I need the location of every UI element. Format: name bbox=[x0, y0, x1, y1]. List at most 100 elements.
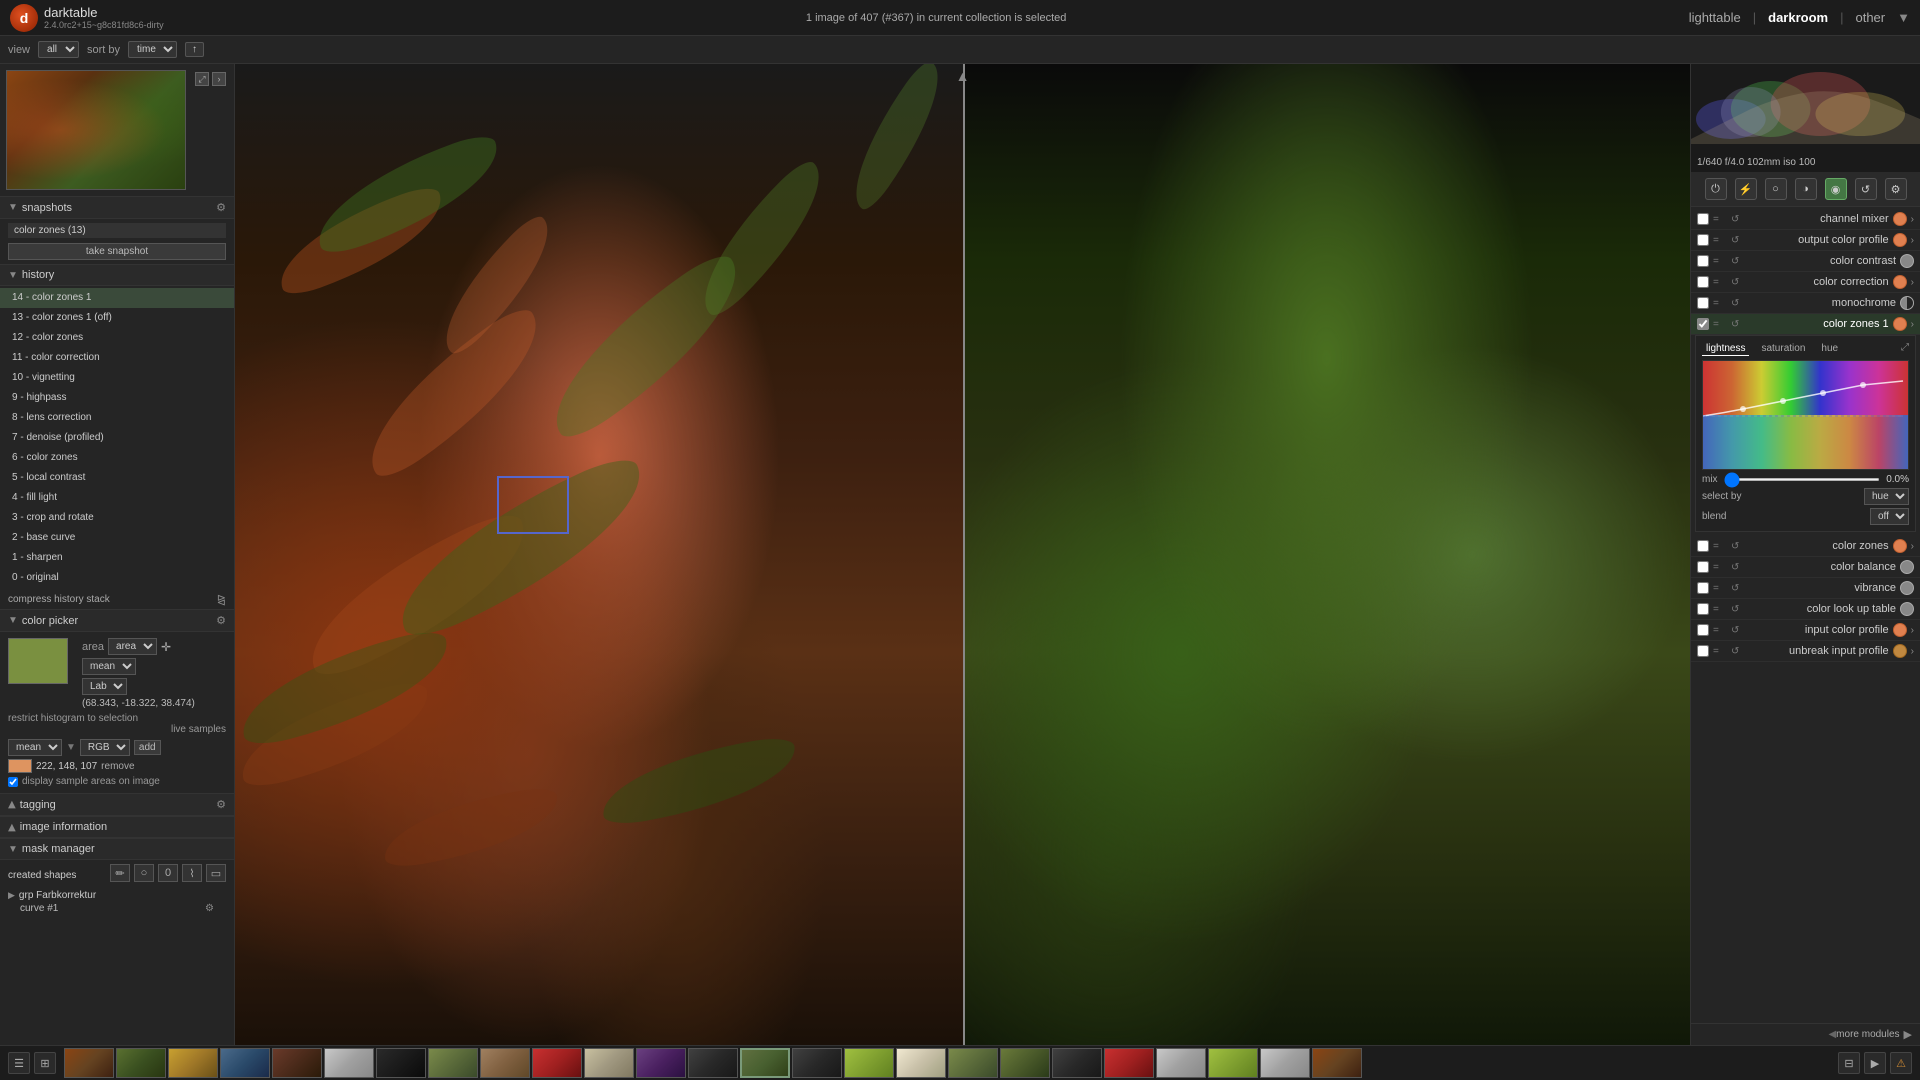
module-menu-icon[interactable]: = bbox=[1713, 256, 1727, 267]
history-item[interactable]: 4 - fill light bbox=[0, 488, 234, 508]
filmstrip-thumb[interactable] bbox=[64, 1048, 114, 1078]
view-select[interactable]: all bbox=[38, 41, 79, 58]
module-reset-icon[interactable]: ↺ bbox=[1731, 235, 1745, 246]
snapshots-gear-icon[interactable]: ⚙ bbox=[216, 201, 226, 214]
filmstrip-thumb[interactable] bbox=[428, 1048, 478, 1078]
module-reset-icon[interactable]: ↺ bbox=[1731, 562, 1745, 573]
filmstrip-thumb[interactable] bbox=[844, 1048, 894, 1078]
module-enable-channel-mixer[interactable] bbox=[1697, 213, 1709, 225]
module-arrow-color-zones[interactable]: › bbox=[1911, 541, 1914, 552]
module-enable-color-balance[interactable] bbox=[1697, 561, 1709, 573]
nav-darkroom[interactable]: darkroom bbox=[1768, 10, 1828, 25]
history-item[interactable]: 7 - denoise (profiled) bbox=[0, 428, 234, 448]
cp-mean-select[interactable]: mean bbox=[8, 739, 62, 756]
module-enable-unbreak-input-profile[interactable] bbox=[1697, 645, 1709, 657]
filmstrip-thumb[interactable] bbox=[792, 1048, 842, 1078]
filmstrip-thumb[interactable] bbox=[1260, 1048, 1310, 1078]
rt-half-circle-icon[interactable]: ◑ bbox=[1795, 178, 1817, 200]
cp-area-select[interactable]: area bbox=[108, 638, 157, 655]
more-modules-button[interactable]: more modules bbox=[1836, 1029, 1899, 1040]
filmstrip-thumb[interactable] bbox=[324, 1048, 374, 1078]
mask-circle-button[interactable]: ○ bbox=[134, 864, 154, 882]
module-reset-icon[interactable]: ↺ bbox=[1731, 298, 1745, 309]
cp-rgb-select[interactable]: RGB bbox=[80, 739, 130, 756]
module-enable-monochrome[interactable] bbox=[1697, 297, 1709, 309]
module-menu-icon[interactable]: = bbox=[1713, 298, 1727, 309]
czones-tab-saturation[interactable]: saturation bbox=[1757, 342, 1809, 356]
module-enable-vibrance[interactable] bbox=[1697, 582, 1709, 594]
module-enable-color-zones[interactable] bbox=[1697, 540, 1709, 552]
top-panel-arrow[interactable]: ▲ bbox=[956, 68, 970, 84]
bottom-list-view-button[interactable]: ☰ bbox=[8, 1052, 30, 1074]
module-reset-icon[interactable]: ↺ bbox=[1731, 277, 1745, 288]
filmstrip-thumb[interactable] bbox=[1052, 1048, 1102, 1078]
module-menu-icon[interactable]: = bbox=[1713, 583, 1727, 594]
history-item[interactable]: 11 - color correction bbox=[0, 348, 234, 368]
module-reset-icon[interactable]: ↺ bbox=[1731, 541, 1745, 552]
rt-color-icon[interactable]: ◉ bbox=[1825, 178, 1847, 200]
nav-lighttable[interactable]: lighttable bbox=[1689, 10, 1741, 25]
nav-other[interactable]: other bbox=[1855, 10, 1885, 25]
czones-tab-lightness[interactable]: lightness bbox=[1702, 342, 1749, 356]
history-item[interactable]: 3 - crop and rotate bbox=[0, 508, 234, 528]
mask-item-gear-icon[interactable]: ⚙ bbox=[205, 903, 214, 914]
czones-mix-slider[interactable] bbox=[1724, 478, 1881, 481]
history-item[interactable]: 1 - sharpen bbox=[0, 548, 234, 568]
filmstrip-thumb[interactable] bbox=[532, 1048, 582, 1078]
module-reset-icon[interactable]: ↺ bbox=[1731, 214, 1745, 225]
history-item[interactable]: 14 - color zones 1 bbox=[0, 288, 234, 308]
module-arrow-output-color-profile[interactable]: › bbox=[1911, 235, 1914, 246]
history-item[interactable]: 5 - local contrast bbox=[0, 468, 234, 488]
more-modules-arrow-icon[interactable]: ▶ bbox=[1904, 1028, 1912, 1041]
filmstrip-thumb[interactable] bbox=[948, 1048, 998, 1078]
module-arrow-color-zones-1[interactable]: › bbox=[1911, 319, 1914, 330]
filmstrip-thumb[interactable] bbox=[896, 1048, 946, 1078]
mask-rect-button[interactable]: ▭ bbox=[206, 864, 226, 882]
module-menu-icon[interactable]: = bbox=[1713, 541, 1727, 552]
history-item[interactable]: 0 - original bbox=[0, 568, 234, 588]
filmstrip-thumb[interactable] bbox=[584, 1048, 634, 1078]
mask-pencil-button[interactable]: ✏ bbox=[110, 864, 130, 882]
history-item[interactable]: 8 - lens correction bbox=[0, 408, 234, 428]
sort-direction-button[interactable]: ↑ bbox=[185, 42, 204, 57]
filmstrip-thumb[interactable] bbox=[376, 1048, 426, 1078]
tagging-header[interactable]: ▶ tagging ⚙ bbox=[0, 793, 234, 816]
snapshots-header[interactable]: ▼ snapshots ⚙ bbox=[0, 196, 234, 219]
rt-circle-icon[interactable]: ○ bbox=[1765, 178, 1787, 200]
rt-power-icon[interactable]: ⏻ bbox=[1705, 178, 1727, 200]
history-item[interactable]: 10 - vignetting bbox=[0, 368, 234, 388]
history-item[interactable]: 12 - color zones bbox=[0, 328, 234, 348]
module-reset-icon[interactable]: ↺ bbox=[1731, 583, 1745, 594]
czones-tab-hue[interactable]: hue bbox=[1817, 342, 1842, 356]
module-reset-icon[interactable]: ↺ bbox=[1731, 646, 1745, 657]
history-header[interactable]: ▼ history bbox=[0, 264, 234, 286]
module-enable-color-zones-1[interactable] bbox=[1697, 318, 1709, 330]
filmstrip-thumb-selected[interactable] bbox=[740, 1048, 790, 1078]
module-menu-icon[interactable]: = bbox=[1713, 646, 1727, 657]
cp-colorspace-select[interactable]: Lab bbox=[82, 678, 127, 695]
mask-item[interactable]: curve #1 ⚙ bbox=[8, 901, 226, 916]
bottom-filmstrip-button[interactable]: ⊞ bbox=[34, 1052, 56, 1074]
mask-path-button[interactable]: ⌇ bbox=[182, 864, 202, 882]
compress-history-button[interactable]: compress history stack bbox=[8, 594, 110, 605]
bottom-warning-icon[interactable]: ⚠ bbox=[1890, 1052, 1912, 1074]
mask-group-header[interactable]: ▶ grp Farbkorrektur bbox=[8, 890, 226, 901]
czones-select-by-select[interactable]: hue bbox=[1864, 488, 1909, 505]
module-menu-icon[interactable]: = bbox=[1713, 214, 1727, 225]
mask-manager-header[interactable]: ▼ mask manager bbox=[0, 838, 234, 860]
cp-display-checkbox[interactable] bbox=[8, 777, 18, 787]
cp-eyedropper-icon[interactable]: ✛ bbox=[161, 640, 171, 654]
nav-dropdown[interactable]: ▼ bbox=[1897, 10, 1910, 25]
mask-zero-button[interactable]: 0 bbox=[158, 864, 178, 882]
history-item[interactable]: 13 - color zones 1 (off) bbox=[0, 308, 234, 328]
color-picker-header[interactable]: ▼ color picker ⚙ bbox=[0, 609, 234, 632]
module-menu-icon[interactable]: = bbox=[1713, 562, 1727, 573]
module-menu-icon[interactable]: = bbox=[1713, 625, 1727, 636]
rt-presets-icon[interactable]: ⚡ bbox=[1735, 178, 1757, 200]
image-info-header[interactable]: ▶ image information bbox=[0, 816, 234, 838]
filmstrip-thumb[interactable] bbox=[1000, 1048, 1050, 1078]
filmstrip-thumb[interactable] bbox=[1104, 1048, 1154, 1078]
compress-icon[interactable]: ⧎ bbox=[217, 593, 226, 606]
filmstrip-thumb[interactable] bbox=[272, 1048, 322, 1078]
module-enable-input-color-profile[interactable] bbox=[1697, 624, 1709, 636]
